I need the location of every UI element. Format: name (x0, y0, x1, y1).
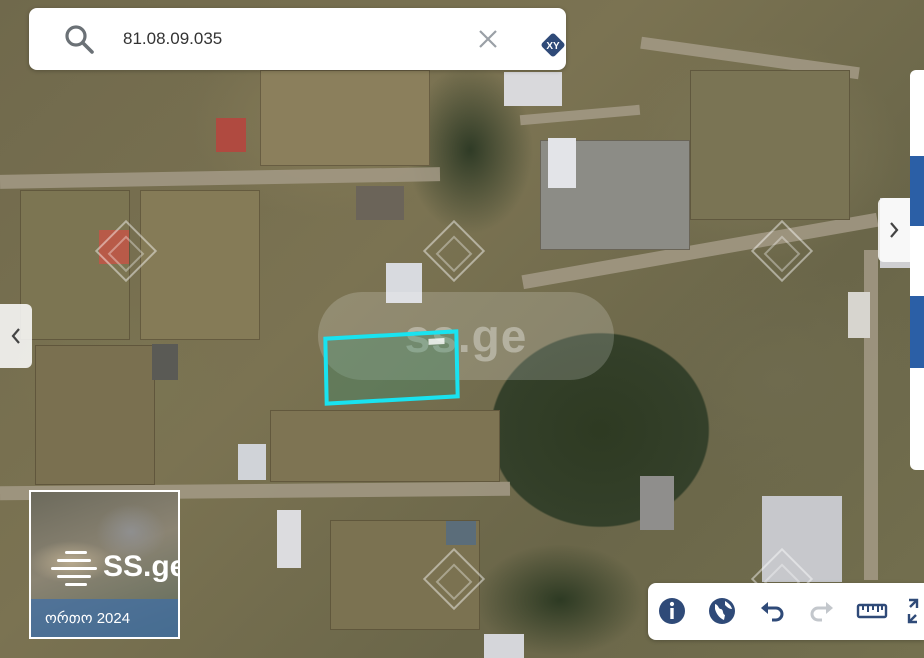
building (848, 292, 870, 338)
ssge-logo: SS.ge (51, 547, 180, 587)
land-plot (690, 70, 850, 220)
undo-icon[interactable] (757, 596, 787, 626)
panel-tab[interactable] (910, 296, 924, 368)
land-plot (260, 70, 430, 166)
land-plot (270, 410, 500, 482)
watermark-diamond (422, 219, 486, 283)
side-panel[interactable] (910, 70, 924, 470)
globe-icon[interactable] (707, 596, 737, 626)
ruler-icon[interactable] (856, 596, 888, 626)
xy-coordinates-icon[interactable]: XY (540, 32, 566, 58)
logo-lines-icon (51, 547, 97, 587)
building (548, 138, 576, 188)
search-icon[interactable] (63, 23, 95, 55)
map-toolbar (648, 583, 924, 640)
building (216, 118, 246, 152)
building (356, 186, 404, 220)
building (238, 444, 266, 480)
search-bar: XY (29, 8, 566, 70)
info-icon[interactable] (657, 596, 687, 626)
building (152, 344, 178, 380)
building (484, 634, 524, 658)
basemap-switcher[interactable]: SS.ge ორთო 2024 (29, 490, 180, 639)
basemap-label: ორთო 2024 (31, 599, 178, 637)
panel-tab[interactable] (910, 156, 924, 226)
basemap-brand: SS.ge (103, 550, 180, 583)
chevron-right-icon[interactable] (878, 198, 910, 262)
building (446, 521, 476, 545)
building (277, 510, 301, 568)
search-input[interactable] (123, 24, 453, 54)
land-plot (140, 190, 260, 340)
building (504, 72, 562, 106)
road (519, 104, 641, 126)
redo-icon[interactable] (807, 596, 837, 626)
land-plot (35, 345, 155, 485)
selected-parcel[interactable] (323, 329, 460, 406)
building (640, 476, 674, 530)
chevron-left-icon[interactable] (0, 304, 32, 368)
parcel-marker (428, 338, 445, 345)
close-icon[interactable] (477, 28, 499, 50)
expand-icon[interactable] (903, 596, 923, 626)
svg-text:XY: XY (546, 41, 560, 52)
